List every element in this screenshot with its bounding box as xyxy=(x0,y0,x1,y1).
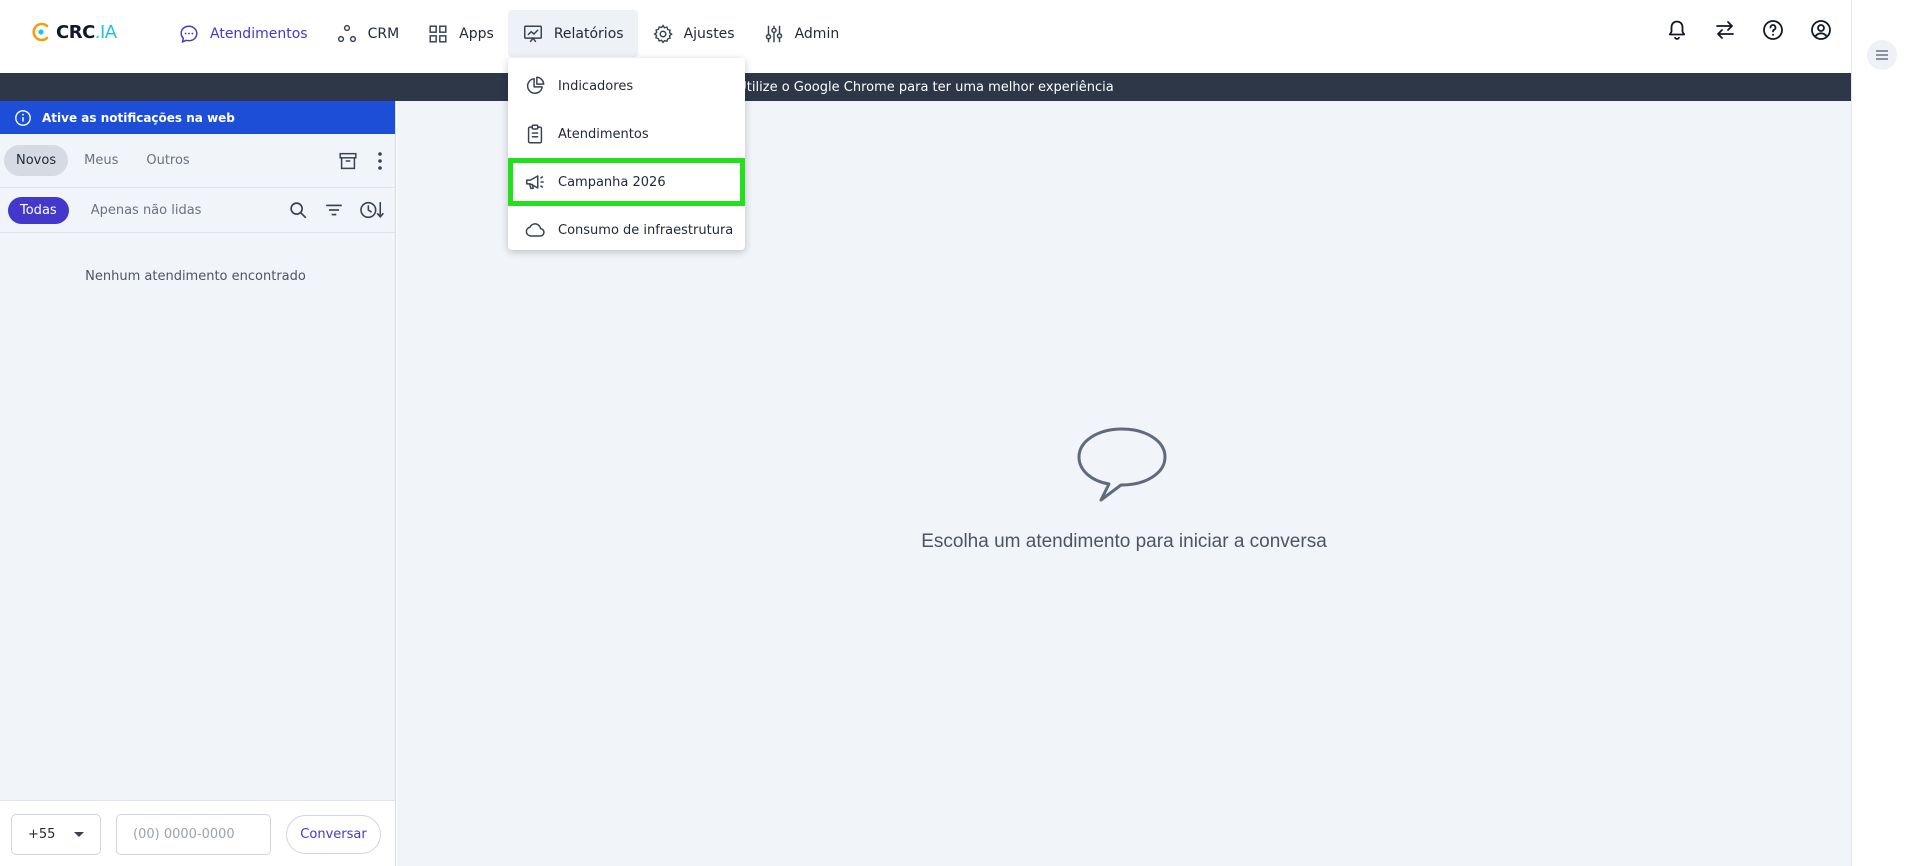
menu-item-label: Indicadores xyxy=(558,78,634,94)
empty-chat-message: Escolha um atendimento para iniciar a co… xyxy=(921,531,1327,552)
hamburger-icon xyxy=(1876,50,1888,60)
tab-outros[interactable]: Outros xyxy=(134,145,201,176)
start-conversation-button[interactable]: Conversar xyxy=(286,815,381,854)
nav-label: Relatórios xyxy=(553,25,624,42)
nav-admin[interactable]: Admin xyxy=(749,10,854,57)
menu-item-atendimentos[interactable]: Atendimentos xyxy=(508,110,745,158)
tab-novos[interactable]: Novos xyxy=(4,145,69,176)
megaphone-icon xyxy=(526,175,544,190)
menu-item-label: Atendimentos xyxy=(558,126,649,142)
cloud-icon xyxy=(525,223,545,237)
notice-text: Ative as notificações na web xyxy=(42,110,235,125)
speech-bubble-icon xyxy=(1077,427,1167,502)
grid-icon xyxy=(429,24,447,43)
nav-label: Apps xyxy=(459,25,494,42)
conversations-sidebar: Ative as notificações na web Novos Meus … xyxy=(0,101,396,866)
nav-atendimentos[interactable]: Atendimentos xyxy=(164,10,322,57)
browser-banner: Utilize o Google Chrome para ter uma mel… xyxy=(0,73,1851,101)
swap-arrows-icon[interactable] xyxy=(1713,18,1737,42)
rail-menu-button[interactable] xyxy=(1867,40,1897,70)
nav-label: Admin xyxy=(794,25,840,42)
help-icon[interactable] xyxy=(1761,18,1785,42)
nav-label: Atendimentos xyxy=(210,25,308,42)
empty-list-message: Nenhum atendimento encontrado xyxy=(85,269,306,284)
nodes-icon xyxy=(337,24,356,42)
nav-label: Ajustes xyxy=(683,25,735,42)
bell-icon[interactable] xyxy=(1665,18,1689,42)
gear-icon xyxy=(652,23,673,44)
logo-mark-icon xyxy=(32,22,49,42)
archive-icon[interactable] xyxy=(337,150,359,172)
menu-item-campanha-2026[interactable]: Campanha 2026 xyxy=(508,158,745,206)
nav-ajustes[interactable]: Ajustes xyxy=(638,10,749,57)
phone-input[interactable] xyxy=(116,814,271,855)
reports-dropdown: Indicadores Atendimentos Campanha 2026 C… xyxy=(508,58,745,250)
logo-text: CRC.IA xyxy=(56,21,117,43)
tab-meus[interactable]: Meus xyxy=(72,145,130,176)
sort-by-time-icon[interactable] xyxy=(359,199,385,221)
right-rail xyxy=(1851,0,1911,866)
user-account-icon[interactable] xyxy=(1809,18,1833,42)
search-icon[interactable] xyxy=(287,199,309,221)
menu-item-indicadores[interactable]: Indicadores xyxy=(508,62,745,110)
top-navbar: CRC.IA Atendimentos CRM Apps Relatórios … xyxy=(0,0,1851,73)
tabs-row: Novos Meus Outros xyxy=(0,134,395,188)
nav-relatorios[interactable]: Relatórios xyxy=(507,10,638,57)
nav-actions xyxy=(1665,18,1833,42)
clipboard-icon xyxy=(527,124,543,144)
app-logo[interactable]: CRC.IA xyxy=(30,21,117,43)
pie-chart-icon xyxy=(526,76,545,95)
menu-item-label: Consumo de infraestrutura xyxy=(558,222,734,238)
nav-crm[interactable]: CRM xyxy=(322,10,414,57)
country-code-value: +55 xyxy=(28,827,56,842)
main-nav: Atendimentos CRM Apps Relatórios Ajustes… xyxy=(164,10,853,57)
nav-apps[interactable]: Apps xyxy=(413,10,508,57)
nav-label: CRM xyxy=(367,25,400,42)
filter-unread-chip[interactable]: Apenas não lidas xyxy=(83,197,210,224)
menu-item-consumo-infraestrutura[interactable]: Consumo de infraestrutura xyxy=(508,206,745,254)
new-conversation-bar: +55 Conversar xyxy=(0,800,395,866)
filter-actions xyxy=(287,199,385,221)
filter-icon[interactable] xyxy=(323,199,345,221)
filter-all-chip[interactable]: Todas xyxy=(8,196,69,224)
sliders-icon xyxy=(765,25,782,42)
menu-item-label: Campanha 2026 xyxy=(558,174,666,190)
chart-presentation-icon xyxy=(523,24,542,42)
country-code-select[interactable]: +55 xyxy=(11,814,101,855)
info-icon xyxy=(15,109,31,126)
tab-actions xyxy=(337,150,383,172)
banner-text: Utilize o Google Chrome para ter uma mel… xyxy=(737,79,1114,95)
filter-row: Todas Apenas não lidas xyxy=(0,188,395,233)
more-vertical-icon[interactable] xyxy=(377,151,383,171)
chevron-down-icon xyxy=(74,832,84,837)
notifications-notice[interactable]: Ative as notificações na web xyxy=(0,101,395,134)
chat-bubble-icon xyxy=(180,24,198,43)
